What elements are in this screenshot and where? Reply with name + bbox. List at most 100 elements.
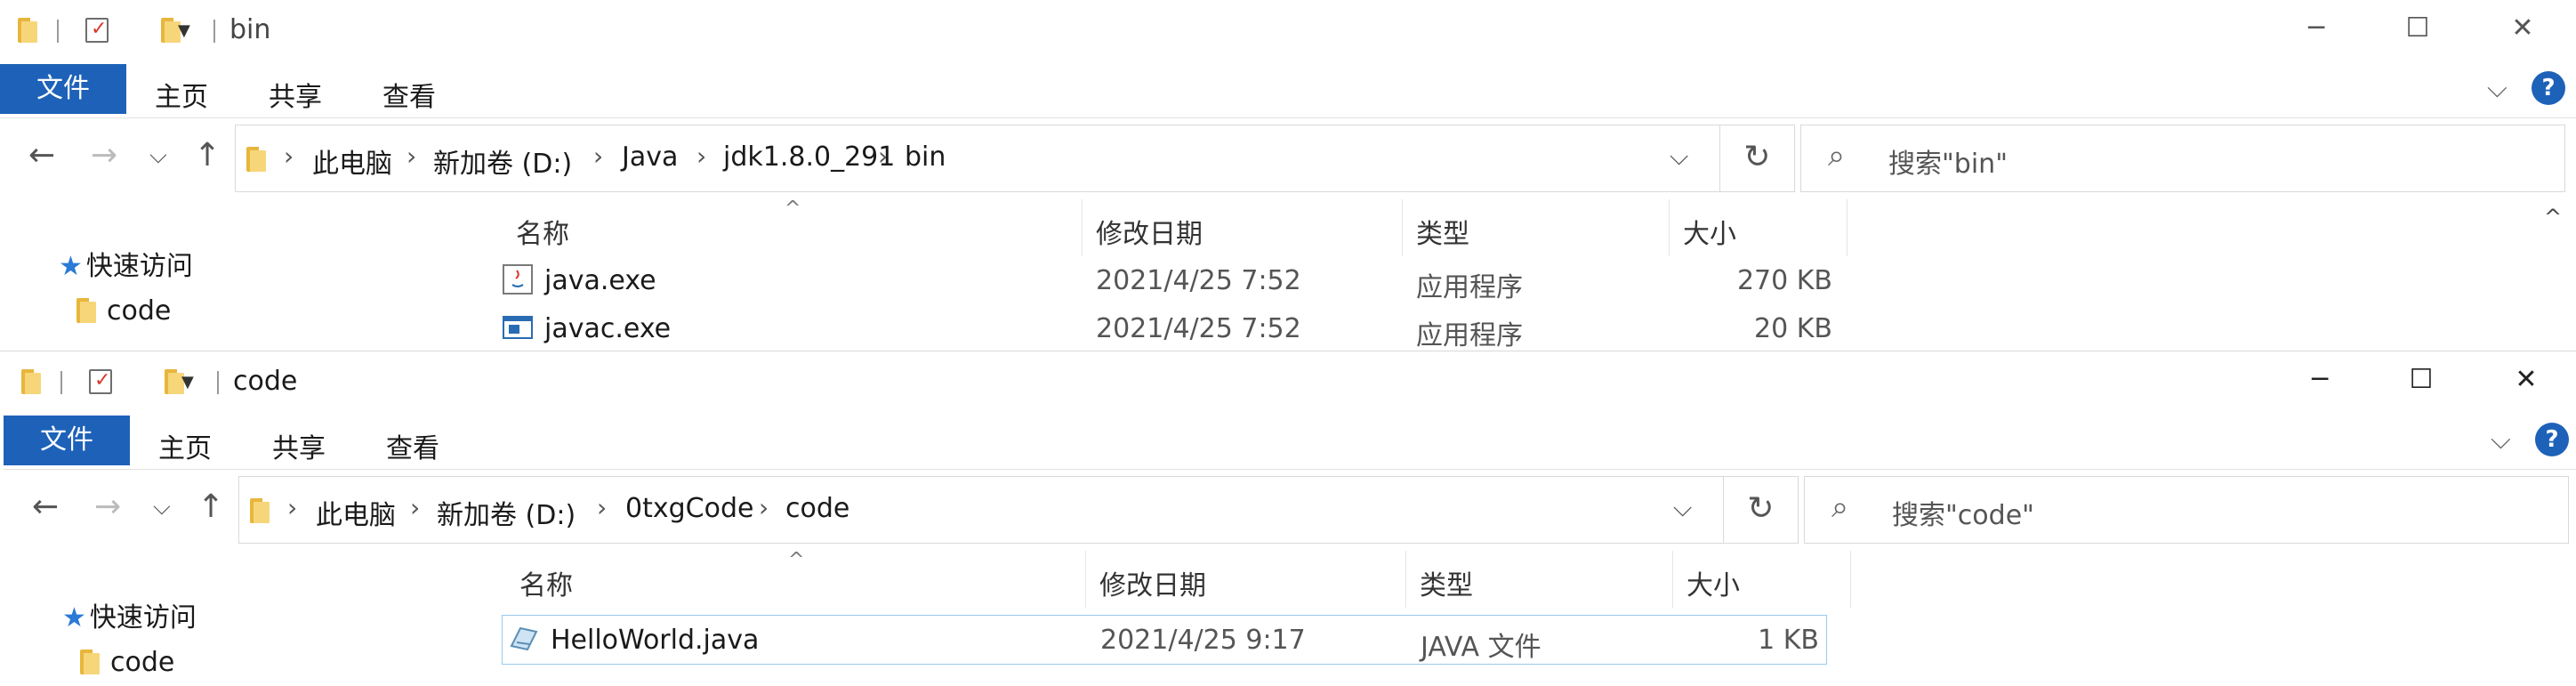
column-name[interactable]: 名称 <box>519 563 573 602</box>
file-size: 20 KB <box>1754 313 1832 344</box>
folder-icon <box>16 16 39 43</box>
properties-icon[interactable]: ✓ <box>85 18 109 43</box>
breadcrumb-this-pc[interactable]: 此电脑 <box>316 493 396 532</box>
help-icon[interactable]: ? <box>2532 71 2565 105</box>
sort-ascending-icon: ^ <box>785 198 801 220</box>
up-button[interactable]: ↑ <box>194 137 221 174</box>
chevron-right-icon[interactable]: › <box>284 141 294 171</box>
file-date: 2021/4/25 7:52 <box>1096 313 1301 344</box>
expand-ribbon-icon[interactable]: ⌵ <box>2491 424 2511 456</box>
column-date[interactable]: 修改日期 <box>1096 212 1203 251</box>
tab-view[interactable]: 查看 <box>386 426 439 465</box>
navigation-pane: ★ 快速访问 code <box>4 551 475 686</box>
tab-view[interactable]: 查看 <box>382 75 436 114</box>
chevron-right-icon[interactable]: › <box>878 141 888 171</box>
separator <box>60 371 62 394</box>
chevron-right-icon[interactable]: › <box>410 493 420 522</box>
back-button[interactable]: ← <box>28 137 55 174</box>
forward-button[interactable]: → <box>94 488 121 525</box>
table-row[interactable]: javac.exe 2021/4/25 7:52 应用程序 20 KB <box>498 306 1832 351</box>
breadcrumb-bin[interactable]: bin <box>905 141 946 173</box>
search-input[interactable]: ⌕ 搜索"code" <box>1804 476 2569 544</box>
refresh-button[interactable]: ↻ <box>1724 476 1799 544</box>
breadcrumb-java[interactable]: Java <box>622 141 678 173</box>
nav-label: code <box>110 647 175 678</box>
chevron-right-icon[interactable]: › <box>759 493 769 522</box>
column-divider[interactable] <box>1669 199 1670 256</box>
minimize-button[interactable]: ─ <box>2290 12 2343 44</box>
address-bar[interactable]: › 此电脑 › 新加卷 (D:) › 0txgCode › code ⌵ <box>238 476 1724 544</box>
java-exe-icon <box>503 264 533 295</box>
breadcrumb-0txgcode[interactable]: 0txgCode <box>625 493 753 524</box>
search-placeholder: 搜索"bin" <box>1888 149 2008 180</box>
nav-label: code <box>107 295 172 327</box>
address-bar[interactable]: › 此电脑 › 新加卷 (D:) › Java › jdk1.8.0_291 ›… <box>235 125 1720 192</box>
chevron-right-icon[interactable]: › <box>597 493 607 522</box>
column-type[interactable]: 类型 <box>1416 212 1469 251</box>
file-type: 应用程序 <box>1416 272 1523 303</box>
column-divider[interactable] <box>1672 551 1673 608</box>
chevron-right-icon[interactable]: › <box>407 141 416 171</box>
maximize-button[interactable]: ☐ <box>2395 364 2448 395</box>
folder-icon <box>75 296 98 323</box>
tab-share[interactable]: 共享 <box>269 75 322 114</box>
column-divider[interactable] <box>1082 199 1083 256</box>
address-dropdown-icon[interactable]: ⌵ <box>1670 141 1688 172</box>
column-divider[interactable] <box>1402 199 1403 256</box>
close-button[interactable]: ✕ <box>2500 364 2553 395</box>
table-row[interactable]: java.exe 2021/4/25 7:52 应用程序 270 KB <box>498 258 1832 304</box>
column-size[interactable]: 大小 <box>1686 563 1740 602</box>
star-icon: ★ <box>59 251 83 282</box>
close-button[interactable]: ✕ <box>2496 12 2549 44</box>
minimize-button[interactable]: ─ <box>2293 364 2347 395</box>
customize-toolbar-icon[interactable]: ▼ <box>181 373 194 391</box>
address-dropdown-icon[interactable]: ⌵ <box>1673 493 1692 523</box>
chevron-right-icon[interactable]: › <box>696 141 706 171</box>
nav-item-code[interactable]: code <box>78 647 174 678</box>
scroll-up-icon[interactable]: ^ <box>2544 205 2571 230</box>
file-size: 1 KB <box>1758 625 1819 656</box>
forward-button[interactable]: → <box>91 137 117 174</box>
tab-share[interactable]: 共享 <box>272 426 326 465</box>
file-size: 270 KB <box>1736 265 1832 296</box>
chevron-right-icon[interactable]: › <box>593 141 603 171</box>
chevron-right-icon[interactable]: › <box>287 493 297 522</box>
explorer-window-code: ✓ ▼ code ─ ☐ ✕ 文件 主页 共享 查看 ⌵ ? ← → ⌵ ↑ ›… <box>4 351 2576 686</box>
recent-locations-icon[interactable]: ⌵ <box>149 142 167 170</box>
file-date: 2021/4/25 9:17 <box>1100 625 1306 656</box>
breadcrumb-drive[interactable]: 新加卷 (D:) <box>433 141 572 181</box>
nav-quick-access[interactable]: ★ 快速访问 <box>62 595 197 634</box>
table-row[interactable]: HelloWorld.java 2021/4/25 9:17 JAVA 文件 1… <box>502 615 1827 665</box>
expand-ribbon-icon[interactable]: ⌵ <box>2487 73 2508 104</box>
breadcrumb-this-pc[interactable]: 此电脑 <box>312 141 392 181</box>
file-list: ^ 名称 修改日期 类型 大小 HelloWorld.java 2021/4/2… <box>475 549 2540 686</box>
column-type[interactable]: 类型 <box>1420 563 1473 602</box>
breadcrumb-code[interactable]: code <box>785 493 849 524</box>
up-button[interactable]: ↑ <box>197 488 224 525</box>
properties-icon[interactable]: ✓ <box>89 369 112 394</box>
nav-quick-access[interactable]: ★ 快速访问 <box>59 244 193 283</box>
tab-home[interactable]: 主页 <box>158 426 212 465</box>
column-divider[interactable] <box>1405 551 1406 608</box>
column-size[interactable]: 大小 <box>1683 212 1736 251</box>
tab-file[interactable]: 文件 <box>4 416 130 465</box>
exe-icon <box>503 316 533 339</box>
column-divider[interactable] <box>1850 551 1851 608</box>
recent-locations-icon[interactable]: ⌵ <box>153 494 171 521</box>
breadcrumb-drive[interactable]: 新加卷 (D:) <box>437 493 576 532</box>
maximize-button[interactable]: ☐ <box>2391 12 2444 44</box>
refresh-button[interactable]: ↻ <box>1720 125 1795 192</box>
tab-home[interactable]: 主页 <box>155 75 208 114</box>
title-bar: ✓ ▼ bin ─ ☐ ✕ <box>0 0 2576 64</box>
separator <box>217 371 219 394</box>
column-divider[interactable] <box>1085 551 1086 608</box>
column-date[interactable]: 修改日期 <box>1099 563 1206 602</box>
search-input[interactable]: ⌕ 搜索"bin" <box>1800 125 2565 192</box>
nav-item-code[interactable]: code <box>75 295 171 327</box>
breadcrumb-jdk[interactable]: jdk1.8.0_291 <box>723 141 895 173</box>
help-icon[interactable]: ? <box>2535 423 2569 456</box>
tab-file[interactable]: 文件 <box>0 64 126 114</box>
back-button[interactable]: ← <box>32 488 59 525</box>
customize-toolbar-icon[interactable]: ▼ <box>178 21 190 40</box>
column-name[interactable]: 名称 <box>516 212 569 251</box>
